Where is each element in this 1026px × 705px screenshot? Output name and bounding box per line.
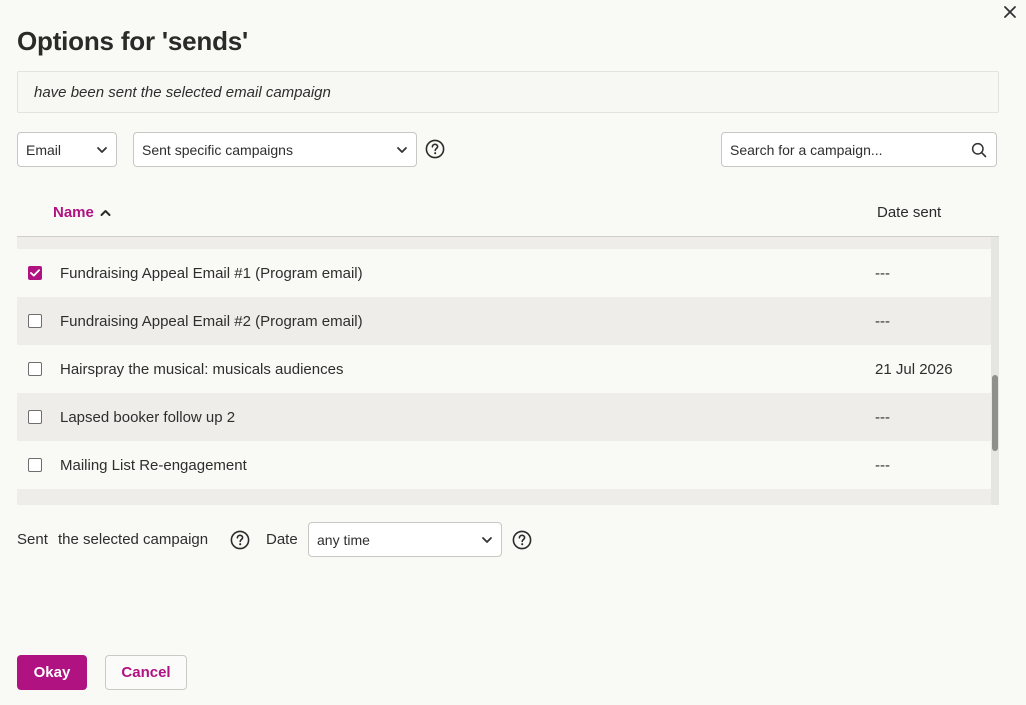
table-row [17,237,992,249]
table-row[interactable]: Lapsed booker follow up 2 --- [17,393,992,441]
help-icon[interactable] [425,139,445,159]
campaign-date-sent: 21 Jul 2026 [875,360,953,378]
column-header-name[interactable]: Name [53,204,111,221]
close-button[interactable] [1000,2,1020,22]
dialog-title: Options for 'sends' [17,26,249,56]
campaign-mode-select-value: Sent specific campaigns [142,141,293,158]
description-text: have been sent the selected email campai… [34,83,331,101]
table-scrollbar[interactable] [991,237,999,505]
date-range-select[interactable]: any time [308,522,502,557]
search-icon[interactable] [971,142,987,158]
check-icon [30,269,40,277]
campaign-name: Lapsed booker follow up 2 [60,408,236,426]
campaign-name: Hairspray the musical: musicals audience… [60,360,344,378]
okay-button[interactable]: Okay [17,655,87,690]
table-row[interactable]: Mailing List Re-engagement --- [17,441,992,489]
table-row[interactable]: Fundraising Appeal Email #1 (Program ema… [17,249,992,297]
channel-select-value: Email [26,141,62,158]
table-row[interactable]: Fundraising Appeal Email #2 (Program ema… [17,297,992,345]
campaign-name: Fundraising Appeal Email #2 (Program ema… [60,312,363,330]
row-checkbox[interactable] [28,458,42,472]
chevron-down-icon [481,536,493,544]
campaign-search[interactable] [721,132,997,167]
help-icon[interactable] [230,530,250,550]
search-input[interactable] [722,141,952,158]
row-checkbox[interactable] [28,266,42,280]
description-box: have been sent the selected email campai… [17,71,999,113]
campaign-date-sent: --- [875,264,890,282]
scrollbar-thumb[interactable] [992,375,998,451]
campaign-date-sent: --- [875,408,890,426]
date-label: Date [266,531,298,548]
row-checkbox[interactable] [28,410,42,424]
date-range-select-value: any time [317,531,370,548]
sent-label: Sent [17,531,48,548]
selected-campaign-label: the selected campaign [58,531,209,548]
campaign-date-sent: --- [875,456,890,474]
table-row [17,489,992,505]
campaign-table-body[interactable]: Fundraising Appeal Email #1 (Program ema… [17,237,992,505]
row-checkbox[interactable] [28,314,42,328]
chevron-down-icon [396,146,408,154]
campaign-mode-select[interactable]: Sent specific campaigns [133,132,417,167]
campaign-date-sent: --- [875,312,890,330]
chevron-up-icon [100,209,111,217]
column-header-name-label: Name [53,204,94,221]
channel-select[interactable]: Email [17,132,117,167]
chevron-down-icon [96,146,108,154]
help-icon[interactable] [512,530,532,550]
close-icon [1004,6,1016,18]
cancel-button[interactable]: Cancel [105,655,187,690]
table-row[interactable]: Hairspray the musical: musicals audience… [17,345,992,393]
campaign-name: Fundraising Appeal Email #1 (Program ema… [60,264,363,282]
row-checkbox[interactable] [28,362,42,376]
column-header-date-sent[interactable]: Date sent [877,204,941,221]
campaign-name: Mailing List Re-engagement [60,456,247,474]
